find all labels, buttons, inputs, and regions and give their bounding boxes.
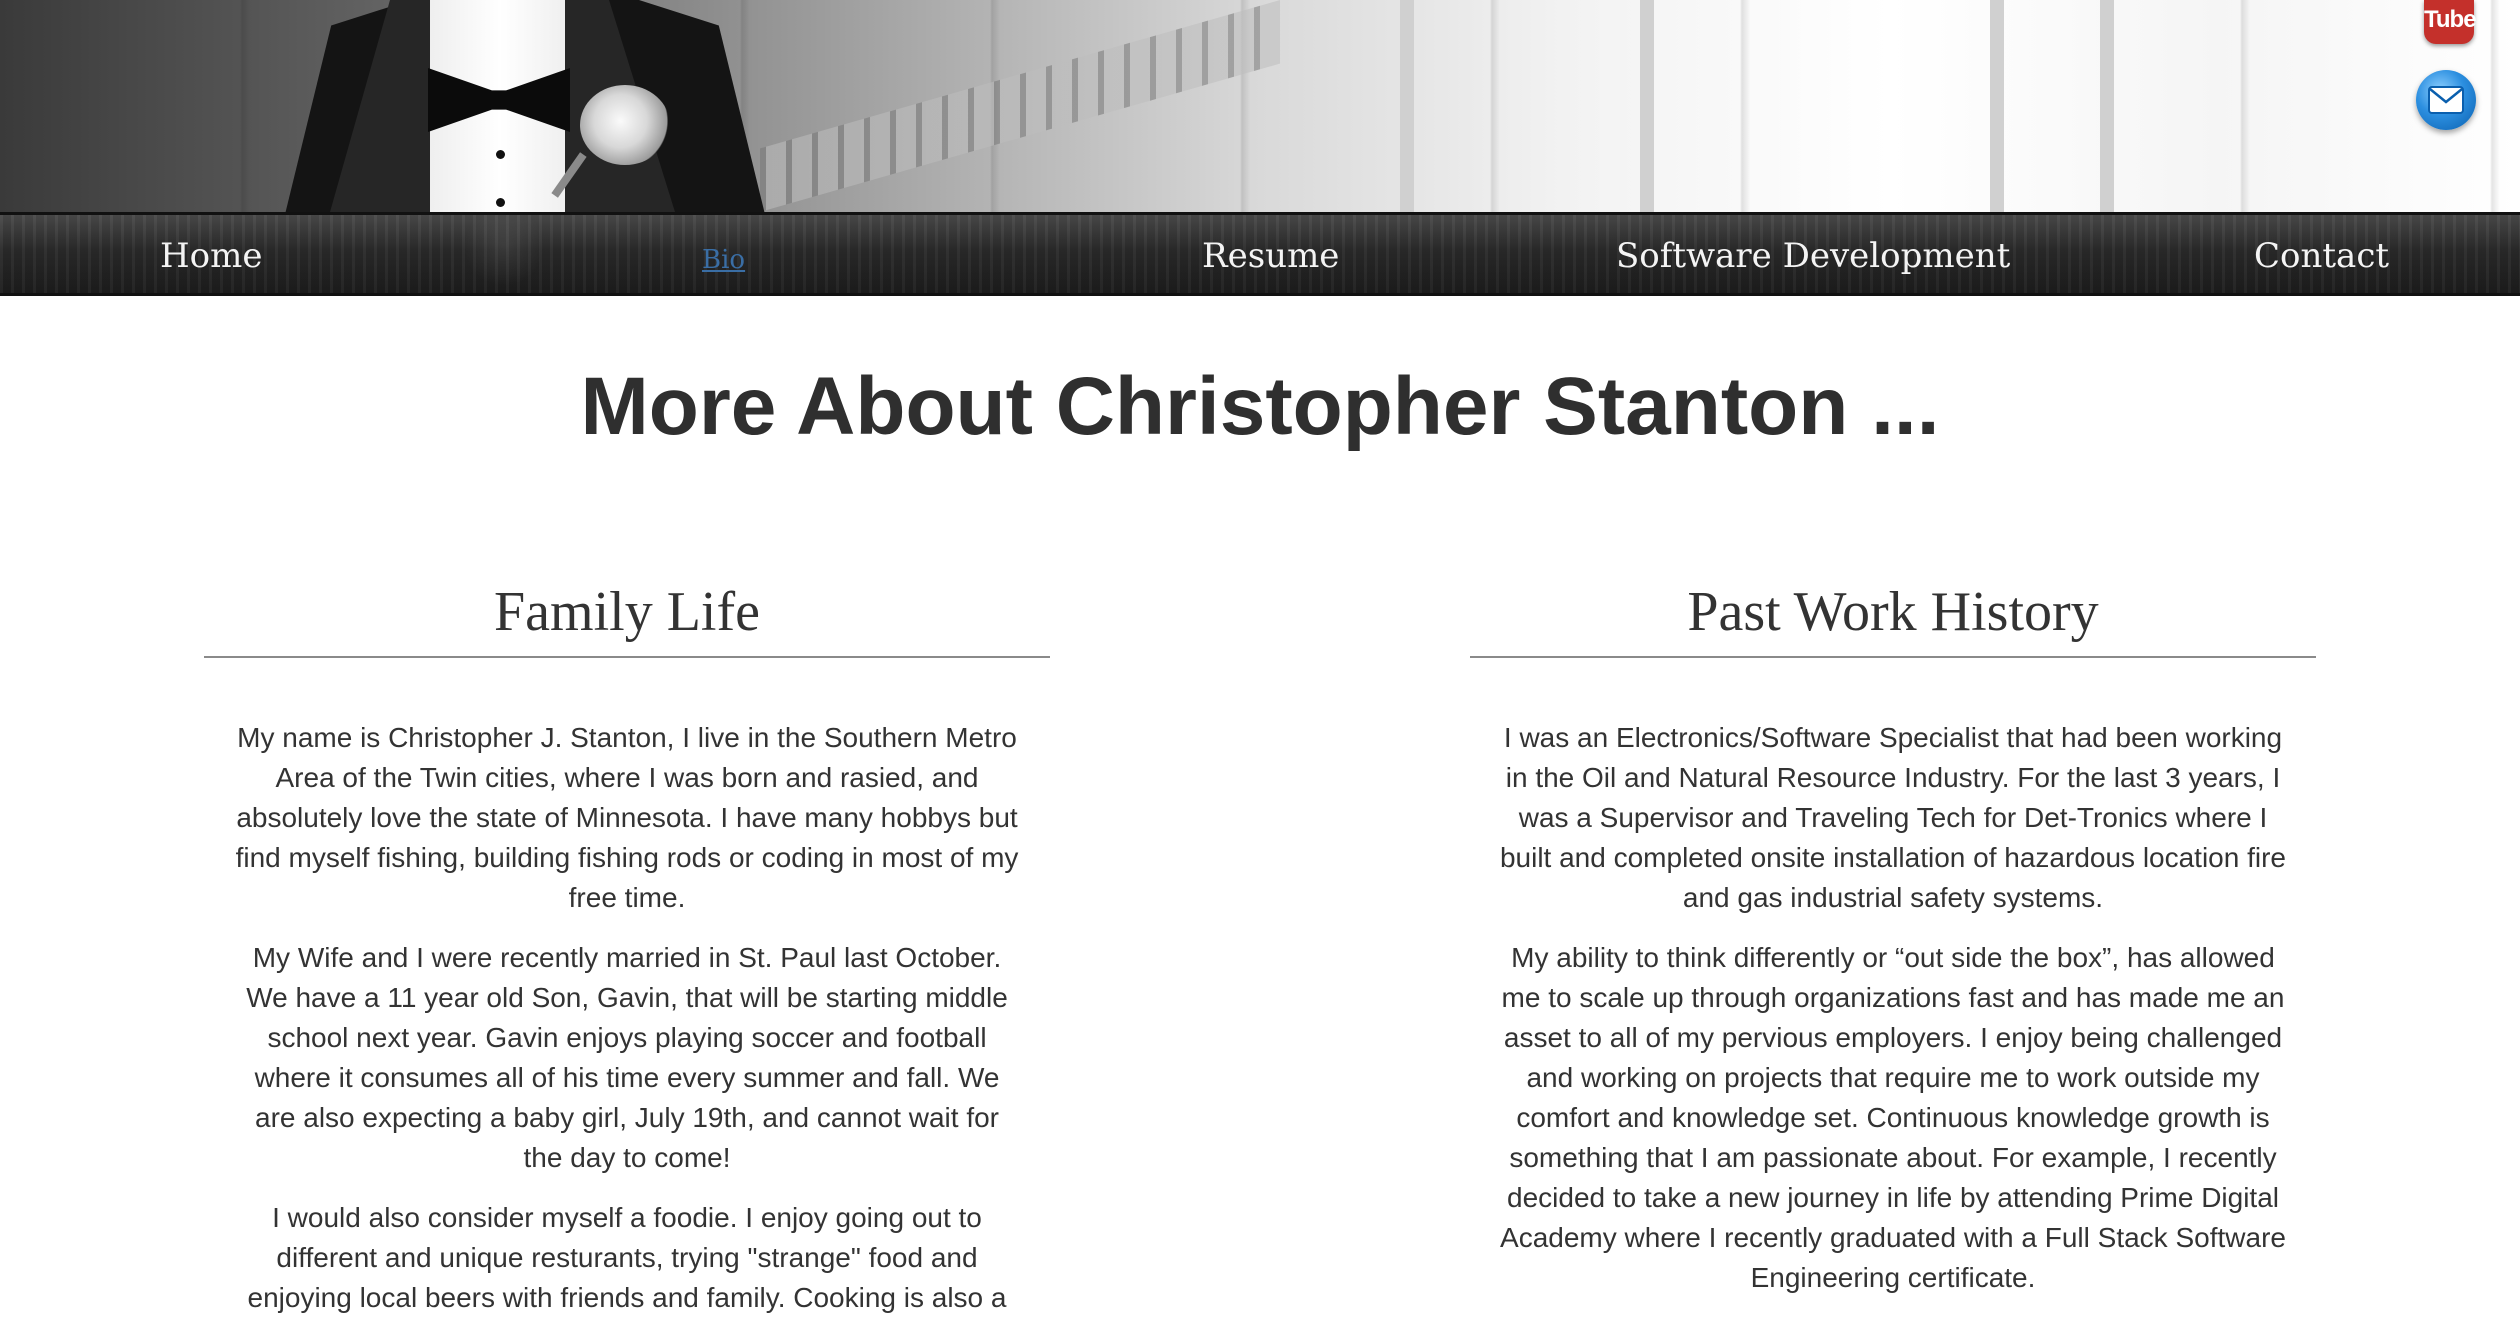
shirt-button: [496, 198, 505, 207]
work-history-section: Past Work History I was an Electronics/S…: [1470, 580, 2316, 1318]
paragraph: My name is Christopher J. Stanton, I liv…: [235, 722, 1019, 913]
family-life-heading: Family Life: [204, 580, 1050, 658]
shirt-button: [496, 150, 505, 159]
window-frame: [1640, 0, 1654, 212]
family-life-section: Family Life My name is Christopher J. St…: [204, 580, 1050, 1338]
window-frame: [1990, 0, 2004, 212]
mail-icon[interactable]: [2416, 70, 2476, 130]
main-nav: Home Bio Resume Software Development Con…: [0, 212, 2520, 296]
youtube-icon[interactable]: Tube: [2424, 0, 2477, 44]
nav-contact[interactable]: Contact: [2254, 233, 2389, 279]
paragraph: I would also consider myself a foodie. I…: [247, 1202, 1007, 1313]
work-history-heading: Past Work History: [1470, 580, 2316, 658]
envelope-icon: [2428, 86, 2464, 114]
family-life-body: My name is Christopher J. Stanton, I liv…: [232, 718, 1022, 1318]
window-frame: [1400, 0, 1414, 212]
nav-home[interactable]: Home: [160, 233, 262, 279]
paragraph: My ability to think differently or “out …: [1500, 942, 2286, 1293]
paragraph: I was an Electronics/Software Specialist…: [1499, 722, 2287, 913]
staircase-balusters: [760, 0, 1280, 212]
work-history-body: I was an Electronics/Software Specialist…: [1498, 718, 2288, 1298]
hero-photo: [0, 0, 2520, 212]
nav-resume[interactable]: Resume: [1202, 233, 1339, 279]
page-title: More About Christopher Stanton ...: [580, 361, 1940, 452]
nav-bio[interactable]: Bio: [702, 237, 745, 283]
nav-software-development[interactable]: Software Development: [1616, 233, 2010, 279]
paragraph: My Wife and I were recently married in S…: [246, 942, 1008, 1173]
boutonniere: [580, 85, 670, 165]
window-frame: [2100, 0, 2114, 212]
